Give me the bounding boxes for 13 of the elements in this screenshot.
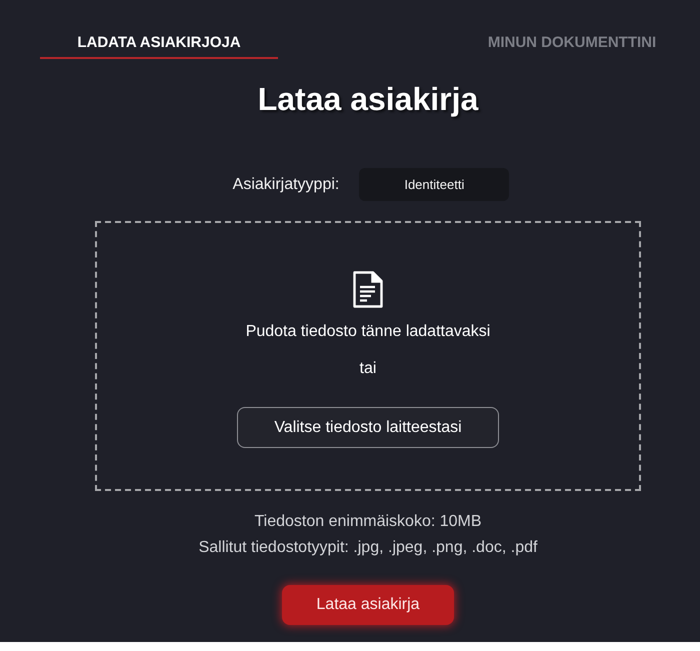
file-limit-text: Sallitut tiedostotyypit: .jpg, .jpeg, .png, .doc, .pdf — [198, 538, 538, 558]
document-icon — [353, 271, 383, 308]
upload-button[interactable]: Lataa asiakirja — [282, 585, 454, 625]
drop-prompt-text: Pudota tiedosto tänne ladattavaksi — [246, 322, 490, 342]
choose-file-button[interactable]: Valitse tiedosto laitteestasi — [237, 407, 499, 448]
tab[interactable]: LADATA ASIAKIRJOJA — [40, 0, 278, 59]
document-type-select[interactable]: Identiteetti — [359, 168, 510, 201]
separator-text: tai — [360, 359, 376, 379]
file-drop-zone[interactable]: Pudota tiedosto tänne ladattavaksi tai Valitse tiedosto laitteestasi — [95, 221, 641, 491]
file-limit-text: Tiedoston enimmäiskoko: 10MB — [254, 512, 482, 532]
page-title: Lataa asiakirja — [258, 81, 478, 117]
document-type-label: Asiakirjatyyppi: — [232, 176, 340, 194]
tab[interactable]: MINUN DOKUMENTTINI — [453, 0, 691, 59]
